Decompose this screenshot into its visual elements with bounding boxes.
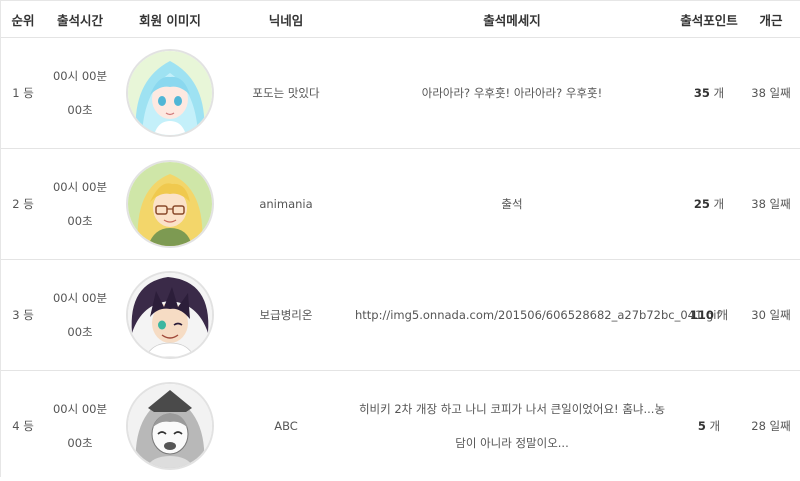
rank-cell: 4 등 [1,371,45,481]
table-row: 1 등 00시 00분 00초 [1,38,800,149]
points-unit: 개 [706,419,720,433]
points-unit: 개 [710,86,724,100]
days-cell: 28 일째 [741,371,800,481]
days-cell: 30 일째 [741,260,800,371]
message-cell: http://img5.onnada.com/201506/606528682_… [347,260,677,371]
points-cell: 35 개 [677,38,741,149]
time-hm: 00시 00분 [45,59,115,93]
header-rank: 순위 [1,1,45,38]
rank-cell: 3 등 [1,260,45,371]
header-days: 개근 [741,1,800,38]
days-cell: 38 일째 [741,149,800,260]
points-cell: 5 개 [677,371,741,481]
message-cell: 아라아라? 우후훗! 아라아라? 우후훗! [347,38,677,149]
time-hm: 00시 00분 [45,281,115,315]
anime-boy-dark-hair-avatar-icon[interactable] [126,271,214,359]
header-time: 출석시간 [45,1,115,38]
header-message: 출석메세지 [347,1,677,38]
avatar-cell [115,260,225,371]
avatar-cell [115,149,225,260]
time-s: 00초 [45,93,115,127]
time-hm: 00시 00분 [45,392,115,426]
nickname-cell[interactable]: ABC [225,371,347,481]
avatar-cell [115,371,225,481]
points-value: 35 [694,86,710,100]
message-cell: 출석 [347,149,677,260]
time-cell: 00시 00분 00초 [45,149,115,260]
time-cell: 00시 00분 00초 [45,260,115,371]
time-cell: 00시 00분 00초 [45,371,115,481]
table-row: 2 등 00시 00분 00초 [1,149,800,260]
header-points: 출석포인트 [677,1,741,38]
points-unit: 개 [714,308,728,322]
points-value: 25 [694,197,710,211]
time-s: 00초 [45,204,115,238]
avatar-cell [115,38,225,149]
table-row: 3 등 00시 00분 00초 [1,260,800,371]
table-row: 4 등 00시 00분 00초 [1,371,800,481]
time-s: 00초 [45,315,115,349]
nickname-cell[interactable]: 포도는 맛있다 [225,38,347,149]
nickname-cell[interactable]: 보급병리온 [225,260,347,371]
rank-cell: 1 등 [1,38,45,149]
message-cell: 히비키 2차 개장 하고 나니 코피가 나서 큰일이었어요! 홈냐...농담이 … [347,371,677,481]
points-value: 5 [698,419,706,433]
anime-girl-blonde-glasses-avatar-icon[interactable] [126,160,214,248]
points-value: 110 [690,308,714,322]
header-nickname: 닉네임 [225,1,347,38]
points-unit: 개 [710,197,724,211]
table-header-row: 순위 출석시간 회원 이미지 닉네임 출석메세지 출석포인트 개근 [1,1,800,38]
attendance-table: 순위 출석시간 회원 이미지 닉네임 출석메세지 출석포인트 개근 1 등 00… [1,1,800,481]
attendance-table-container: 순위 출석시간 회원 이미지 닉네임 출석메세지 출석포인트 개근 1 등 00… [0,0,800,477]
days-cell: 38 일째 [741,38,800,149]
time-cell: 00시 00분 00초 [45,38,115,149]
header-image: 회원 이미지 [115,1,225,38]
anime-girl-blue-hair-avatar-icon[interactable] [126,49,214,137]
rank-cell: 2 등 [1,149,45,260]
anime-girl-monochrome-avatar-icon[interactable] [126,382,214,470]
points-cell: 25 개 [677,149,741,260]
time-s: 00초 [45,426,115,460]
nickname-cell[interactable]: animania [225,149,347,260]
time-hm: 00시 00분 [45,170,115,204]
